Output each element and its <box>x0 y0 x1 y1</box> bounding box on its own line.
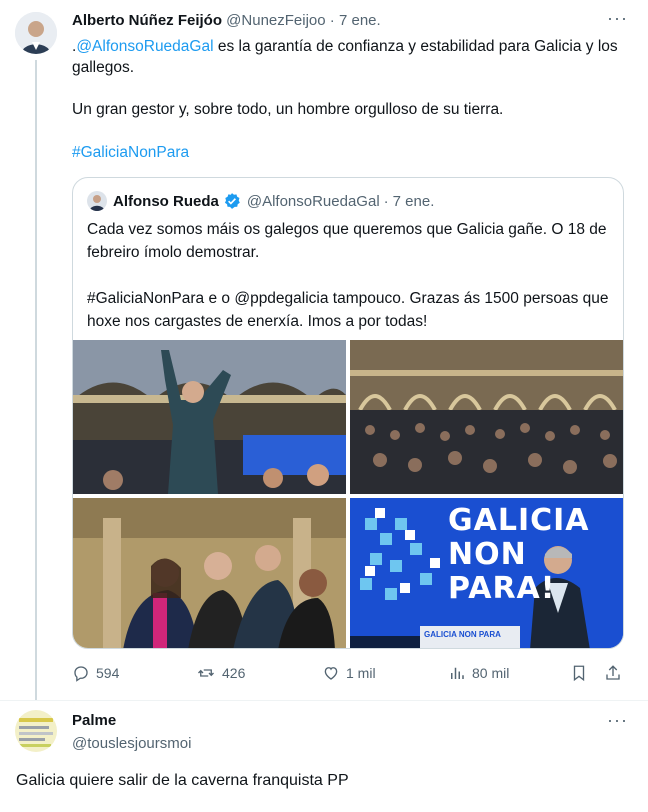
more-icon[interactable]: ··· <box>607 8 628 29</box>
quote-separator: · <box>383 192 389 210</box>
verified-icon <box>223 192 241 210</box>
quote-date[interactable]: 7 ene. <box>393 193 435 210</box>
banner-line-1: GALICIA <box>448 503 590 538</box>
author-avatar[interactable] <box>15 12 57 54</box>
tweet-divider <box>0 700 648 701</box>
bookmark-button[interactable] <box>570 664 594 682</box>
author-name[interactable]: Alberto Núñez Feijóo <box>72 12 222 29</box>
action-bar: 594 426 1 mil 80 mil <box>72 664 632 688</box>
mention-link[interactable]: @AlfonsoRuedaGal <box>76 38 213 55</box>
separator: · <box>329 12 335 29</box>
reply-more-icon[interactable]: ··· <box>607 710 628 731</box>
views-button[interactable]: 80 mil <box>448 664 509 682</box>
hashtag-link[interactable]: #GaliciaNonPara <box>72 142 632 163</box>
banner-line-2: NON <box>448 537 527 572</box>
quote-paragraph-2: #GaliciaNonPara e o @ppdegalicia tampouc… <box>87 290 609 330</box>
tweet-header: Alberto Núñez Feijóo @NunezFeijoo · 7 en… <box>72 12 381 29</box>
banner-text: GALICIA NON PARA! <box>448 504 590 606</box>
reply-avatar[interactable] <box>15 710 57 752</box>
bookmark-icon <box>573 665 585 682</box>
views-icon <box>451 667 464 679</box>
photo-2[interactable] <box>350 340 623 494</box>
quoted-tweet[interactable]: Alfonso Rueda @AlfonsoRuedaGal · 7 ene. … <box>72 177 624 649</box>
reply-count: 594 <box>96 665 120 681</box>
photo-3[interactable] <box>73 498 346 648</box>
quote-paragraph-1: Cada vez somos máis os galegos que quere… <box>87 221 607 261</box>
quote-author-handle[interactable]: @AlfonsoRuedaGal <box>247 193 380 210</box>
quote-author-name[interactable]: Alfonso Rueda <box>113 193 219 210</box>
like-button[interactable]: 1 mil <box>322 664 376 682</box>
photo-4[interactable]: GALICIA NON PARA! GALICIA NON PARA <box>350 498 623 648</box>
reply-handle-text[interactable]: @touslesjoursmoi <box>72 735 191 752</box>
retweet-count: 426 <box>222 665 246 681</box>
thread-line <box>35 60 37 700</box>
reply-name-text[interactable]: Palme <box>72 712 116 729</box>
tweet-text: .@AlfonsoRuedaGal es la garantía de conf… <box>72 36 632 78</box>
like-count: 1 mil <box>346 665 376 681</box>
retweet-button[interactable]: 426 <box>196 664 245 682</box>
reply-icon <box>74 666 88 682</box>
tweet-paragraph-2: Un gran gestor y, sobre todo, un hombre … <box>72 101 504 118</box>
share-icon <box>606 665 620 680</box>
quote-avatar <box>87 191 107 211</box>
like-icon <box>324 667 338 680</box>
views-count: 80 mil <box>472 665 510 681</box>
reply-author-name[interactable]: Palme <box>72 712 116 729</box>
lectern-text: GALICIA NON PARA <box>424 630 501 639</box>
author-handle[interactable]: @NunezFeijoo <box>226 12 325 29</box>
quote-header: Alfonso Rueda @AlfonsoRuedaGal · 7 ene. <box>87 191 434 211</box>
reply-text: Galicia quiere salir de la caverna franq… <box>16 772 349 789</box>
share-button[interactable] <box>604 664 628 682</box>
banner-line-3: PARA! <box>448 571 556 606</box>
reply-button[interactable]: 594 <box>72 664 119 682</box>
photo-1[interactable] <box>73 340 346 494</box>
hashtag-text[interactable]: #GaliciaNonPara <box>72 144 189 161</box>
retweet-icon <box>198 669 214 677</box>
photo-grid: GALICIA NON PARA! GALICIA NON PARA <box>73 340 623 648</box>
reply-author-handle[interactable]: @touslesjoursmoi <box>72 735 191 752</box>
tweet-date[interactable]: 7 ene. <box>339 12 381 29</box>
quote-text: Cada vez somos máis os galegos que quere… <box>87 218 617 333</box>
